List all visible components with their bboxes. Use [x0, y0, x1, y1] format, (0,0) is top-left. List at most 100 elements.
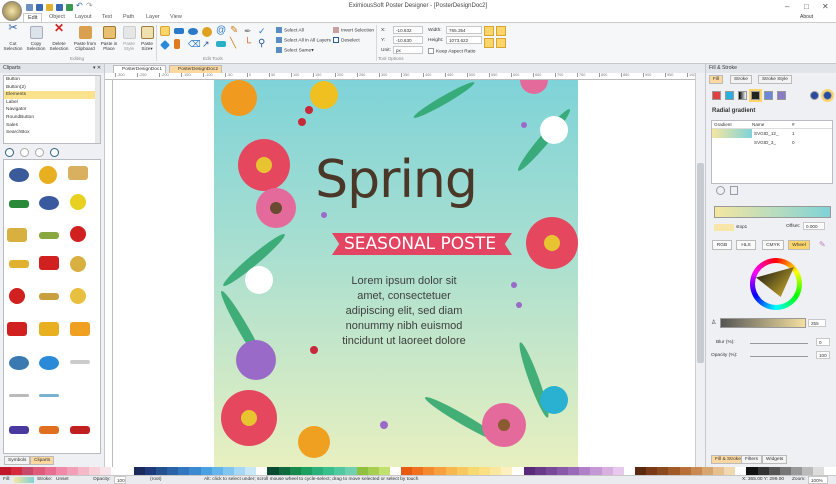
palette-swatch[interactable] [479, 467, 491, 475]
palette-swatch[interactable] [423, 467, 435, 475]
node-tool-icon[interactable] [160, 40, 170, 50]
palette-swatch[interactable] [679, 467, 691, 475]
banner-text[interactable]: SEASONAL POSTE [344, 234, 496, 254]
height-input[interactable]: 1073.622 [446, 36, 482, 44]
palette-swatch[interactable] [323, 467, 335, 475]
rectangle-tool-icon[interactable] [174, 28, 184, 34]
palette-swatch[interactable] [779, 467, 791, 475]
palette-swatch[interactable] [501, 467, 513, 475]
corner-bl-icon[interactable] [484, 38, 494, 48]
clipart-item[interactable] [9, 260, 29, 268]
palette-swatch[interactable] [178, 467, 190, 475]
pencil-tool-icon[interactable]: ✎ [230, 26, 240, 36]
palette-swatch[interactable] [311, 467, 324, 475]
blur-slider[interactable] [750, 343, 808, 344]
clipart-item[interactable] [9, 394, 29, 397]
zoom-tool-icon[interactable]: ⚲ [258, 38, 268, 49]
invert-selection-button[interactable]: Invert Selection [333, 27, 374, 33]
tab-filters[interactable]: Filters [741, 455, 763, 464]
list-item[interactable]: Elements [4, 91, 100, 99]
tab-path[interactable]: Path [119, 13, 138, 21]
clipart-item[interactable] [39, 394, 59, 397]
palette-swatch[interactable] [278, 467, 290, 475]
fill-rule-evenodd-icon[interactable] [810, 91, 819, 100]
palette-swatch[interactable] [735, 467, 747, 475]
palette-swatch[interactable] [802, 467, 814, 475]
alpha-slider[interactable] [720, 318, 806, 328]
opacity-slider[interactable] [750, 356, 808, 357]
tab-view[interactable]: View [166, 13, 186, 21]
clipart-item[interactable] [9, 356, 29, 370]
layer-select[interactable]: (root) [150, 476, 161, 484]
canvas[interactable]: Spring SEASONAL POSTE Lorem ipsum dolor … [113, 80, 695, 467]
clipart-item[interactable] [70, 360, 90, 364]
hls-mode-button[interactable]: HLS [736, 240, 756, 250]
opacity-input[interactable]: 100 [816, 351, 830, 359]
delete-selection-button[interactable]: ✕ Delete Selection [48, 22, 70, 51]
select-all-layers-button[interactable]: Select All in All Layers [276, 37, 331, 43]
maximize-button[interactable]: □ [804, 2, 809, 11]
flat-color-icon[interactable] [725, 91, 734, 100]
ellipse-tool-icon[interactable] [188, 28, 198, 35]
palette-swatch[interactable] [523, 467, 535, 475]
palette-swatch[interactable] [813, 467, 825, 475]
palette-swatch[interactable] [467, 467, 480, 475]
palette-swatch[interactable] [211, 467, 223, 475]
color-palette[interactable] [0, 467, 836, 475]
palette-swatch[interactable] [144, 467, 156, 475]
close-button[interactable]: ✕ [822, 2, 829, 11]
list-item[interactable]: RoundButton [4, 114, 100, 122]
gradient-tool-icon[interactable] [216, 41, 226, 47]
select-tool-icon[interactable] [160, 26, 170, 36]
palette-swatch[interactable] [0, 467, 12, 475]
measure-tool-icon[interactable]: ╲ [230, 38, 240, 49]
palette-swatch[interactable] [646, 467, 658, 475]
list-item[interactable]: Sales [4, 122, 100, 130]
palette-swatch[interactable] [167, 467, 179, 475]
tab-symbols[interactable]: Symbols [4, 456, 31, 465]
clipart-item[interactable] [39, 426, 59, 434]
rgb-mode-button[interactable]: RGB [712, 240, 732, 250]
clipart-item[interactable] [9, 288, 25, 304]
clipart-item[interactable] [70, 256, 86, 272]
clipart-item[interactable] [39, 256, 59, 270]
clipart-item[interactable] [39, 196, 59, 210]
palette-swatch[interactable] [66, 467, 78, 475]
palette-swatch[interactable] [77, 467, 90, 475]
blur-input[interactable]: 0 [816, 338, 830, 346]
select-all-button[interactable]: Select All [276, 27, 304, 33]
palette-swatch[interactable] [401, 467, 413, 475]
palette-swatch[interactable] [233, 467, 246, 475]
color-wheel[interactable] [750, 258, 802, 310]
palette-swatch[interactable] [122, 467, 134, 475]
no-fill-icon[interactable] [712, 91, 721, 100]
palette-swatch[interactable] [222, 467, 234, 475]
radial-gradient-icon[interactable] [749, 89, 762, 102]
list-item[interactable]: Button(2) [4, 84, 100, 92]
clipart-item[interactable] [7, 228, 27, 242]
width-input[interactable]: 765.354 [446, 26, 482, 34]
palette-swatch[interactable] [256, 467, 268, 475]
cmyk-mode-button[interactable]: CMYK [762, 240, 784, 250]
palette-swatch[interactable] [55, 467, 67, 475]
palette-swatch[interactable] [557, 467, 569, 475]
corner-tl-icon[interactable] [484, 26, 494, 36]
clipart-item[interactable] [39, 166, 57, 184]
palette-swatch[interactable] [545, 467, 558, 475]
palette-swatch[interactable] [345, 467, 357, 475]
wheel-mode-button[interactable]: Wheel [788, 240, 810, 250]
palette-swatch[interactable] [289, 467, 301, 475]
palette-swatch[interactable] [189, 467, 201, 475]
list-item[interactable]: SearchBox [4, 129, 100, 137]
corner-tr-icon[interactable] [496, 26, 506, 36]
palette-swatch[interactable] [267, 467, 279, 475]
offset-input[interactable]: 0.000 [803, 222, 825, 230]
palette-swatch[interactable] [89, 467, 101, 475]
palette-swatch[interactable] [746, 467, 758, 475]
palette-swatch[interactable] [668, 467, 680, 475]
star-tool-icon[interactable] [202, 27, 212, 37]
tab-cliparts[interactable]: Cliparts [30, 456, 55, 465]
first-icon[interactable] [5, 148, 14, 157]
minimize-button[interactable]: – [785, 2, 789, 11]
palette-swatch[interactable] [701, 467, 713, 475]
